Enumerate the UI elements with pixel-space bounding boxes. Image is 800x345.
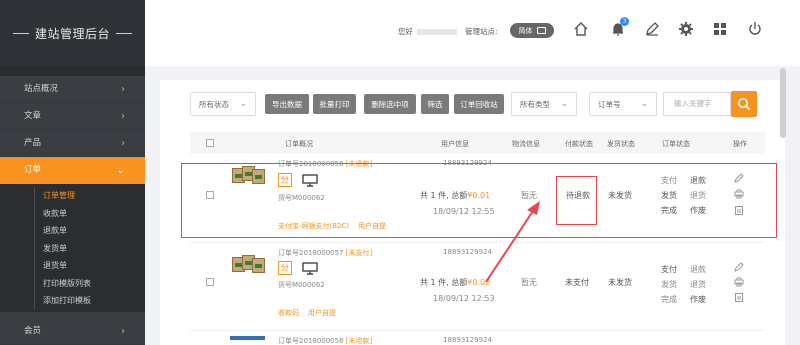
home-icon[interactable]: [572, 20, 590, 38]
submenu-refunds[interactable]: 退款单: [0, 222, 145, 240]
batch-print-button[interactable]: 批量打印: [313, 94, 356, 114]
sidebar: 建站管理后台 站点概况 › 文章 › 产品 › 订单 ⌄ 订单管理 收款单 退款…: [0, 0, 145, 345]
product-thumbnail: [230, 336, 265, 340]
submenu-print-templates[interactable]: 打印模版列表: [0, 274, 145, 293]
col-order-overview: 订单概况: [285, 140, 313, 148]
return-action[interactable]: 退货: [690, 279, 706, 290]
submenu-add-print-template[interactable]: 添加打印模板: [0, 292, 145, 310]
goods-number: 货号M000062: [278, 281, 325, 289]
submenu-order-management[interactable]: 订单管理: [0, 187, 145, 205]
submenu-returns[interactable]: 退货单: [0, 257, 145, 275]
order-recycle-bin-button[interactable]: 订单回收站: [454, 94, 504, 114]
search-icon: [738, 98, 751, 111]
top-bar: 您好 管理站点: 简体 3: [145, 0, 800, 66]
row-checkbox[interactable]: [206, 278, 214, 286]
sidebar-item-label: 会员: [24, 325, 42, 336]
chevron-right-icon: ›: [121, 325, 125, 337]
brand-dash-right: [116, 32, 132, 34]
language-button[interactable]: 简体: [510, 23, 554, 38]
chevron-down-icon: ⌄: [640, 99, 648, 109]
sidebar-item-products[interactable]: 产品 ›: [0, 130, 145, 157]
search-input[interactable]: 输入关键字: [663, 92, 731, 116]
payment-method: 收款码 用户自提: [278, 309, 336, 317]
submenu-shipments[interactable]: 发货单: [0, 239, 145, 258]
orders-submenu: 订单管理 收款单 退款单 发货单 退货单 打印模版列表 添加打印模板: [0, 184, 145, 312]
sidebar-item-label: 订单: [24, 165, 42, 175]
brand: 建站管理后台: [0, 0, 145, 66]
sidebar-item-articles[interactable]: 文章 ›: [0, 103, 145, 130]
sidebar-item-orders[interactable]: 订单 ⌄: [0, 157, 145, 184]
notification-badge: 3: [620, 17, 629, 26]
sidebar-item-label: 产品: [24, 138, 42, 148]
col-user-info: 用户信息: [441, 140, 469, 148]
chevron-down-icon: ⌄: [560, 99, 568, 109]
filter-button[interactable]: 筛选: [421, 94, 449, 114]
row-divider: [190, 330, 765, 331]
sidebar-item-label: 站点概况: [24, 84, 59, 94]
highlight-box: [181, 163, 777, 238]
order-number[interactable]: 订单号2018000057 [未支付]: [278, 248, 372, 258]
site-label: 管理站点:: [465, 27, 498, 36]
row-divider: [190, 242, 765, 243]
sidebar-gap: [0, 66, 145, 76]
chevron-right-icon: ›: [121, 138, 125, 149]
complete-action[interactable]: 完成: [661, 294, 677, 305]
user-phone: 18893129924: [443, 336, 492, 344]
power-icon[interactable]: [746, 20, 764, 38]
monitor-icon: [536, 27, 546, 34]
edit-icon[interactable]: [734, 262, 744, 272]
export-data-button[interactable]: 导出数据: [265, 94, 309, 114]
username-redacted: [417, 29, 457, 35]
print-icon[interactable]: [734, 277, 744, 287]
refund-action[interactable]: 退款: [690, 264, 706, 275]
edit-icon[interactable]: [643, 20, 661, 38]
sidebar-item-overview[interactable]: 站点概况 ›: [0, 76, 145, 103]
sidebar-item-label: 文章: [24, 111, 42, 121]
search-button[interactable]: [731, 91, 757, 117]
gear-icon[interactable]: [677, 20, 695, 38]
greeting: 您好: [398, 26, 457, 37]
order-time: 18/09/12 12:53: [433, 294, 495, 303]
col-actions: 操作: [733, 140, 747, 148]
chevron-right-icon: ›: [121, 111, 125, 122]
type-filter[interactable]: 所有类型 ⌄: [511, 92, 577, 116]
field-filter[interactable]: 订单号 ⌄: [589, 92, 657, 116]
chevron-down-icon: ⌄: [116, 165, 125, 176]
brand-dash-left: [12, 32, 29, 34]
status-filter[interactable]: 所有状态 ⌄: [190, 92, 256, 116]
bell-icon[interactable]: 3: [609, 17, 629, 38]
col-order-status: 订单状态: [662, 140, 690, 148]
annotation-arrow: [485, 201, 540, 283]
pay-action[interactable]: 支付: [661, 264, 677, 275]
pending-status-highlight: [556, 176, 597, 225]
clipboard-icon[interactable]: [734, 292, 744, 302]
delete-selected-button[interactable]: 删除选中项: [364, 94, 416, 114]
type-filter-value: 所有类型: [520, 99, 550, 109]
greeting-text: 您好: [398, 27, 413, 36]
submenu-receipts[interactable]: 收款单: [0, 204, 145, 223]
status-filter-value: 所有状态: [199, 99, 229, 109]
fen-badge: 分: [278, 261, 292, 275]
language-label: 简体: [518, 26, 533, 35]
field-filter-value: 订单号: [598, 99, 621, 109]
brand-title: 建站管理后台: [34, 26, 110, 41]
product-thumbnail: [232, 249, 265, 275]
grid-icon[interactable]: [711, 20, 729, 38]
col-logistics: 物流信息: [512, 140, 540, 148]
table-header: 订单概况 用户信息 物流信息 付款状态 发货状态 订单状态 操作: [190, 132, 765, 154]
sidebar-item-members[interactable]: 会员 ›: [0, 318, 145, 345]
scrollbar-thumb[interactable]: [780, 68, 786, 138]
void-action[interactable]: 作废: [690, 294, 706, 305]
col-payment-status: 付款状态: [565, 140, 593, 148]
chevron-down-icon: ⌄: [239, 99, 247, 109]
monitor-icon: [302, 262, 318, 275]
order-number[interactable]: 订单号2018000056 [未退款]: [278, 336, 372, 345]
ship-status: 未发货: [608, 278, 632, 287]
payment-status: 未支付: [565, 278, 589, 287]
chevron-right-icon: ›: [121, 84, 125, 95]
ship-action[interactable]: 发货: [661, 279, 677, 290]
select-all-checkbox[interactable]: [206, 139, 214, 147]
col-ship-status: 发货状态: [607, 140, 635, 148]
